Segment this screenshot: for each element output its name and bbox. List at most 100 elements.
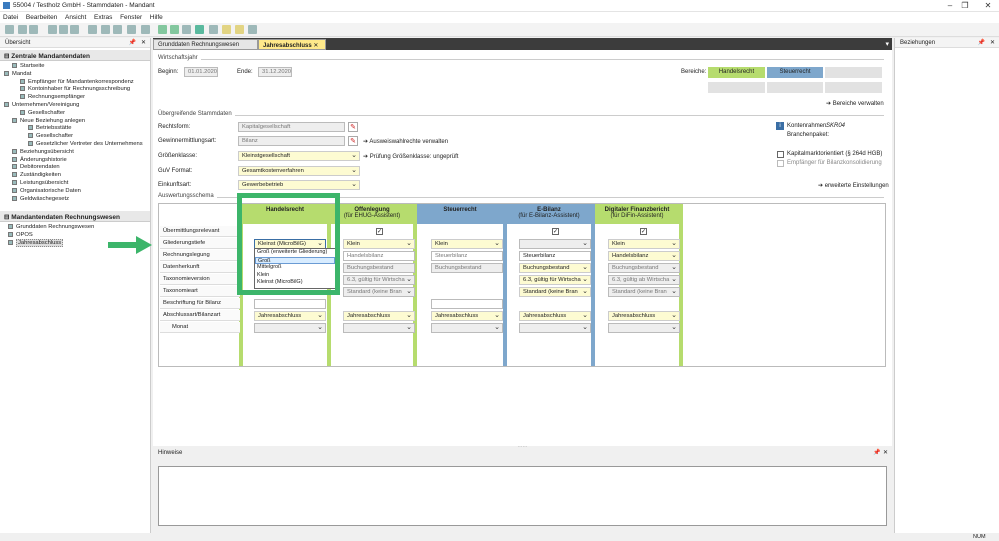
hinweise-close-icon[interactable]: ✕ — [883, 449, 888, 456]
bereich-empty-4[interactable] — [825, 82, 882, 93]
menu-datei[interactable]: Datei — [3, 12, 18, 21]
menu-ansicht[interactable]: Ansicht — [65, 12, 86, 21]
hinweise-pin-icon[interactable]: 📌 — [873, 449, 880, 456]
cut-icon[interactable] — [88, 25, 97, 34]
ende-field[interactable]: 31.12.2020 — [258, 67, 292, 77]
handels-monat-select[interactable] — [254, 323, 326, 333]
tab-jahresabschluss[interactable]: Jahresabschluss ✕ — [258, 39, 326, 50]
copy-icon[interactable] — [101, 25, 110, 34]
menu-fenster[interactable]: Fenster — [120, 12, 142, 21]
tree-item[interactable]: Kontoinhaber für Rechnungsschreibung — [4, 86, 150, 94]
settings-icon[interactable] — [141, 25, 150, 34]
new-icon[interactable] — [5, 25, 14, 34]
calendar-icon[interactable] — [222, 25, 231, 34]
restore-icon[interactable]: ❐ — [958, 1, 972, 11]
steuer-monat-select[interactable] — [431, 323, 503, 333]
ebilanz-gliederung-select[interactable] — [519, 239, 591, 249]
tab-menu-icon[interactable]: ▾ — [885, 40, 889, 48]
menu-bearbeiten[interactable]: Bearbeiten — [26, 12, 57, 21]
difin-uebermittlung-checkbox[interactable]: ✓ — [640, 228, 647, 235]
steuer-gliederung-select[interactable]: Klein — [431, 239, 503, 249]
list-icon[interactable] — [170, 25, 179, 34]
gewinn-field[interactable]: Bilanz — [238, 136, 345, 146]
history-icon[interactable] — [182, 25, 191, 34]
handels-abschluss-select[interactable]: Jahresabschluss — [254, 311, 326, 321]
ebilanz-taxart-select[interactable]: Standard (keine Bran — [519, 287, 591, 297]
tree-item[interactable]: Zuständigkeiten — [4, 172, 150, 180]
offen-uebermittlung-checkbox[interactable]: ✓ — [376, 228, 383, 235]
gewinn-edit-icon[interactable]: ✎ — [348, 136, 358, 146]
bereich-handelsrecht[interactable]: Handelsrecht — [708, 67, 765, 78]
bereich-empty-3[interactable] — [767, 82, 823, 93]
save-icon[interactable] — [48, 25, 57, 34]
erweitert-link[interactable]: ➔ erweiterte Einstellungen — [818, 182, 889, 189]
difin-rechnungslegung-select[interactable]: Handelsbilanz — [608, 251, 680, 261]
globe-icon[interactable] — [195, 25, 204, 34]
find-icon[interactable] — [127, 25, 136, 34]
tree-item[interactable]: Betriebsstätte — [4, 125, 150, 133]
minimize-icon[interactable]: – — [943, 1, 957, 11]
einkunft-select[interactable]: Gewerbebetrieb — [238, 180, 360, 190]
tree-item[interactable]: Neue Beziehung anlegen — [4, 117, 150, 126]
ebilanz-taxversion-select[interactable]: 6.3, gültig für Wirtscha — [519, 275, 591, 285]
tree-item[interactable]: Gesellschafter — [4, 133, 150, 141]
offen-gliederung-select[interactable]: Klein — [343, 239, 415, 249]
bereich-empty-1[interactable] — [825, 67, 882, 78]
filter-icon[interactable] — [158, 25, 167, 34]
tree-item[interactable]: Beziehungsübersicht — [4, 148, 150, 157]
bereiche-verwalten-link[interactable]: ➔ Bereiche verwalten — [826, 100, 884, 107]
panel-close-icon[interactable]: ✕ — [141, 39, 146, 46]
tab-grunddaten[interactable]: Grunddaten Rechnungswesen — [153, 39, 258, 50]
groesse-select[interactable]: Kleinstgesellschaft — [238, 151, 360, 161]
empfaenger-checkbox[interactable] — [777, 160, 784, 167]
rechtsform-edit-icon[interactable]: ✎ — [348, 122, 358, 132]
beziehungen-close-icon[interactable]: ✕ — [990, 39, 995, 46]
kapital-checkbox[interactable] — [777, 151, 784, 158]
folder-icon[interactable] — [235, 25, 244, 34]
rechtsform-field[interactable]: Kapitalgesellschaft — [238, 122, 345, 132]
edit-icon[interactable] — [18, 25, 27, 34]
tree-item[interactable]: Geldwäschegesetz — [4, 195, 150, 204]
difin-gliederung-select[interactable]: Klein — [608, 239, 680, 249]
layout-icon[interactable] — [209, 25, 218, 34]
offen-monat-select[interactable] — [343, 323, 415, 333]
bereich-steuerrecht[interactable]: Steuerrecht — [767, 67, 823, 78]
ebilanz-abschluss-select[interactable]: Jahresabschluss — [519, 311, 591, 321]
difin-monat-select[interactable] — [608, 323, 680, 333]
section-mandantendaten-rw[interactable]: ⊟ Mandantendaten Rechnungswesen — [0, 211, 150, 223]
close-icon[interactable]: ✕ — [981, 1, 995, 11]
tree-item[interactable]: Grunddaten Rechnungswesen — [4, 224, 150, 232]
beginn-field[interactable]: 01.01.2020 — [184, 67, 218, 77]
tree-item[interactable]: Änderungshistorie — [4, 156, 150, 165]
ebilanz-uebermittlung-checkbox[interactable]: ✓ — [552, 228, 559, 235]
ebilanz-datenherkunft-select[interactable]: Buchungsbestand — [519, 263, 591, 273]
tree-item[interactable]: Rechnungsempfänger — [4, 94, 150, 102]
steuer-beschriftung-input[interactable] — [431, 299, 503, 309]
ebilanz-monat-select[interactable] — [519, 323, 591, 333]
bereich-empty-2[interactable] — [708, 82, 765, 93]
paste-icon[interactable] — [113, 25, 122, 34]
offen-abschluss-select[interactable]: Jahresabschluss — [343, 311, 415, 321]
tree-item[interactable]: Mandat — [4, 70, 150, 79]
tree-item[interactable]: Leistungsübersicht — [4, 179, 150, 188]
ausweis-link[interactable]: ➔ Ausweiswahlrechte verwalten — [363, 138, 448, 145]
tree-item[interactable]: Gesetzlicher Vertreter des Unternehmens — [4, 140, 150, 149]
difin-abschluss-select[interactable]: Jahresabschluss — [608, 311, 680, 321]
beziehungen-pin-icon[interactable]: 📌 — [978, 39, 985, 46]
pruefung-link[interactable]: ➔ Prüfung Größenklasse: ungeprüft — [363, 153, 458, 160]
menu-hilfe[interactable]: Hilfe — [150, 12, 163, 21]
handels-beschriftung-input[interactable] — [254, 299, 326, 309]
tree-item[interactable]: Gesellschafter — [4, 109, 150, 118]
undo-icon[interactable] — [70, 25, 79, 34]
guv-select[interactable]: Gesamtkostenverfahren — [238, 166, 360, 176]
grid-icon[interactable] — [248, 25, 257, 34]
pin-icon[interactable]: 📌 — [129, 39, 136, 46]
steuer-abschluss-select[interactable]: Jahresabschluss — [431, 311, 503, 321]
tree-item[interactable]: Startseite — [4, 63, 150, 71]
menu-extras[interactable]: Extras — [94, 12, 112, 21]
section-zentrale-mandantendaten[interactable]: ⊟ Zentrale Mandantendaten — [0, 50, 150, 61]
splitter-handle[interactable]: ······ — [153, 445, 892, 450]
tree-item[interactable]: Empfänger für Mandantenkorrespondenz — [4, 78, 150, 87]
delete-icon[interactable] — [29, 25, 38, 34]
tree-item[interactable]: Unternehmen/Vereinigung — [4, 101, 150, 110]
